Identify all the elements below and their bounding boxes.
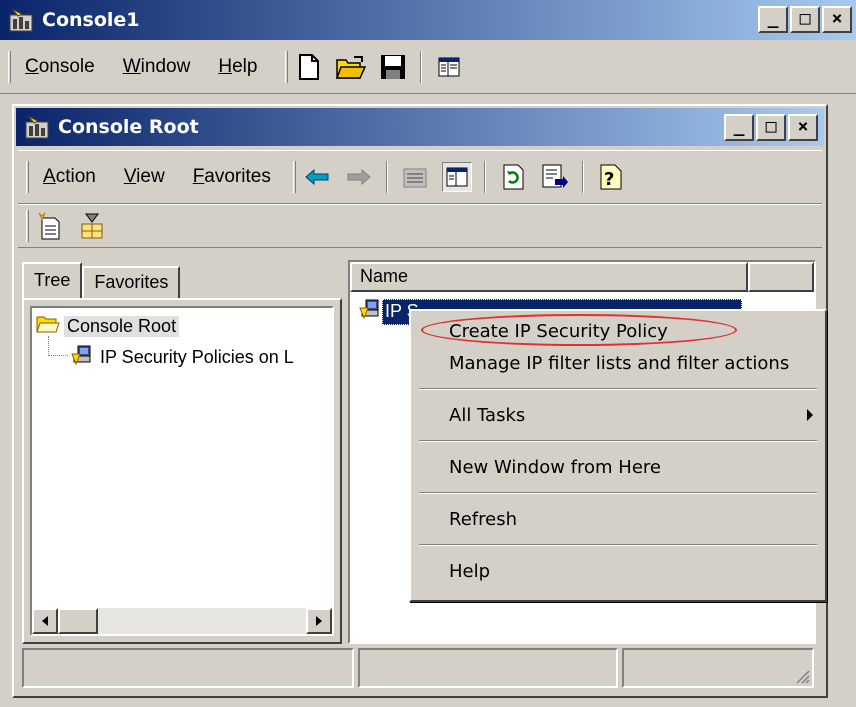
inner-close-button[interactable]: × xyxy=(788,114,818,141)
svg-text:?: ? xyxy=(604,169,614,190)
submenu-arrow-icon xyxy=(807,409,813,421)
status-bar xyxy=(22,648,818,692)
menu-item-label: Manage IP filter lists and filter action… xyxy=(449,352,790,374)
menu-action[interactable]: Action xyxy=(29,166,110,188)
column-header-name[interactable]: Name xyxy=(350,262,748,292)
menu-item-new-window-from-here[interactable]: New Window from Here xyxy=(413,451,823,483)
scroll-left-button[interactable] xyxy=(32,608,58,634)
tree-pane: Tree Favorites Console Root IP Security … xyxy=(22,260,342,644)
minimize-button[interactable]: _ xyxy=(758,6,788,33)
create-policy-icon[interactable] xyxy=(35,211,65,241)
up-one-level-icon[interactable] xyxy=(400,162,430,192)
show-hide-tree-icon[interactable] xyxy=(434,52,464,82)
ip-security-icon xyxy=(70,344,94,371)
show-hide-console-tree-icon[interactable] xyxy=(441,162,472,192)
help-icon[interactable]: ? xyxy=(596,162,626,192)
back-arrow-icon[interactable] xyxy=(302,162,332,192)
menu-separator xyxy=(419,388,817,390)
menu-window[interactable]: Window xyxy=(109,56,205,78)
status-cell-1 xyxy=(22,648,354,688)
menu-separator xyxy=(419,544,817,546)
snapin-toolbar xyxy=(18,204,822,248)
status-cell-3 xyxy=(622,648,814,688)
toolbar-grip[interactable] xyxy=(285,50,289,83)
snapin-toolbar-grip[interactable] xyxy=(26,210,29,242)
export-list-icon[interactable] xyxy=(540,162,570,192)
menu-item-label: Create IP Security Policy xyxy=(449,320,668,342)
maximize-button[interactable]: □ xyxy=(790,6,820,33)
app-title: Console1 xyxy=(42,9,140,31)
tree-node-ip-security[interactable]: IP Security Policies on L xyxy=(70,344,294,371)
menu-item-help[interactable]: Help xyxy=(413,555,823,587)
menu-item-label: Help xyxy=(449,560,491,582)
tree-node-label: Console Root xyxy=(64,316,180,337)
menu-separator xyxy=(419,492,817,494)
mmc-icon xyxy=(8,7,36,33)
forward-arrow-icon[interactable] xyxy=(344,162,374,192)
console-root-icon xyxy=(24,114,52,140)
ip-security-icon xyxy=(358,298,382,326)
refresh-icon[interactable] xyxy=(498,162,528,192)
menu-item-manage-ip-filter-lists[interactable]: Manage IP filter lists and filter action… xyxy=(413,347,823,379)
tree-node-label: IP Security Policies on L xyxy=(100,347,294,367)
column-header-blank[interactable] xyxy=(748,262,814,292)
tree-node-console-root[interactable]: Console Root xyxy=(36,314,180,339)
status-cell-2 xyxy=(358,648,618,688)
tree-horizontal-scrollbar[interactable] xyxy=(32,608,332,634)
nav-toolbar-grip[interactable] xyxy=(292,161,296,193)
tab-tree[interactable]: Tree xyxy=(22,262,83,298)
scroll-right-button[interactable] xyxy=(306,608,332,634)
save-icon[interactable] xyxy=(378,52,408,82)
open-folder-icon[interactable] xyxy=(336,52,367,82)
app-title-bar[interactable]: Console1 _ □ × xyxy=(0,0,856,40)
main-menubar: Console Window Help xyxy=(0,40,856,94)
menu-item-refresh[interactable]: Refresh xyxy=(413,503,823,535)
menu-console[interactable]: Console xyxy=(11,56,109,78)
inner-minimize-button[interactable]: _ xyxy=(724,114,754,141)
resize-grip-icon[interactable] xyxy=(794,668,810,684)
close-button[interactable]: × xyxy=(822,6,852,33)
manage-filters-icon[interactable] xyxy=(77,211,107,241)
menu-item-label: New Window from Here xyxy=(449,456,661,478)
console-tree: Console Root IP Security Policies on L xyxy=(30,306,334,636)
new-file-icon[interactable] xyxy=(294,52,324,82)
inner-maximize-button[interactable]: □ xyxy=(756,114,786,141)
menu-item-label: Refresh xyxy=(449,508,517,530)
menu-help[interactable]: Help xyxy=(204,56,271,78)
menu-item-label: All Tasks xyxy=(449,404,526,426)
scroll-thumb[interactable] xyxy=(58,608,98,634)
context-menu: Create IP Security Policy Manage IP filt… xyxy=(409,309,827,602)
menu-separator xyxy=(419,440,817,442)
window-title: Console Root xyxy=(58,116,199,138)
menu-item-create-ip-security-policy[interactable]: Create IP Security Policy xyxy=(413,314,823,347)
console-root-title-bar[interactable]: Console Root _ □ × xyxy=(16,108,824,146)
menu-item-all-tasks[interactable]: All Tasks xyxy=(413,399,823,431)
tab-favorites[interactable]: Favorites xyxy=(82,266,181,298)
menu-view[interactable]: View xyxy=(110,166,179,188)
menu-favorites[interactable]: Favorites xyxy=(179,166,285,188)
inner-toolbar: Action View Favorites ? xyxy=(18,150,822,204)
